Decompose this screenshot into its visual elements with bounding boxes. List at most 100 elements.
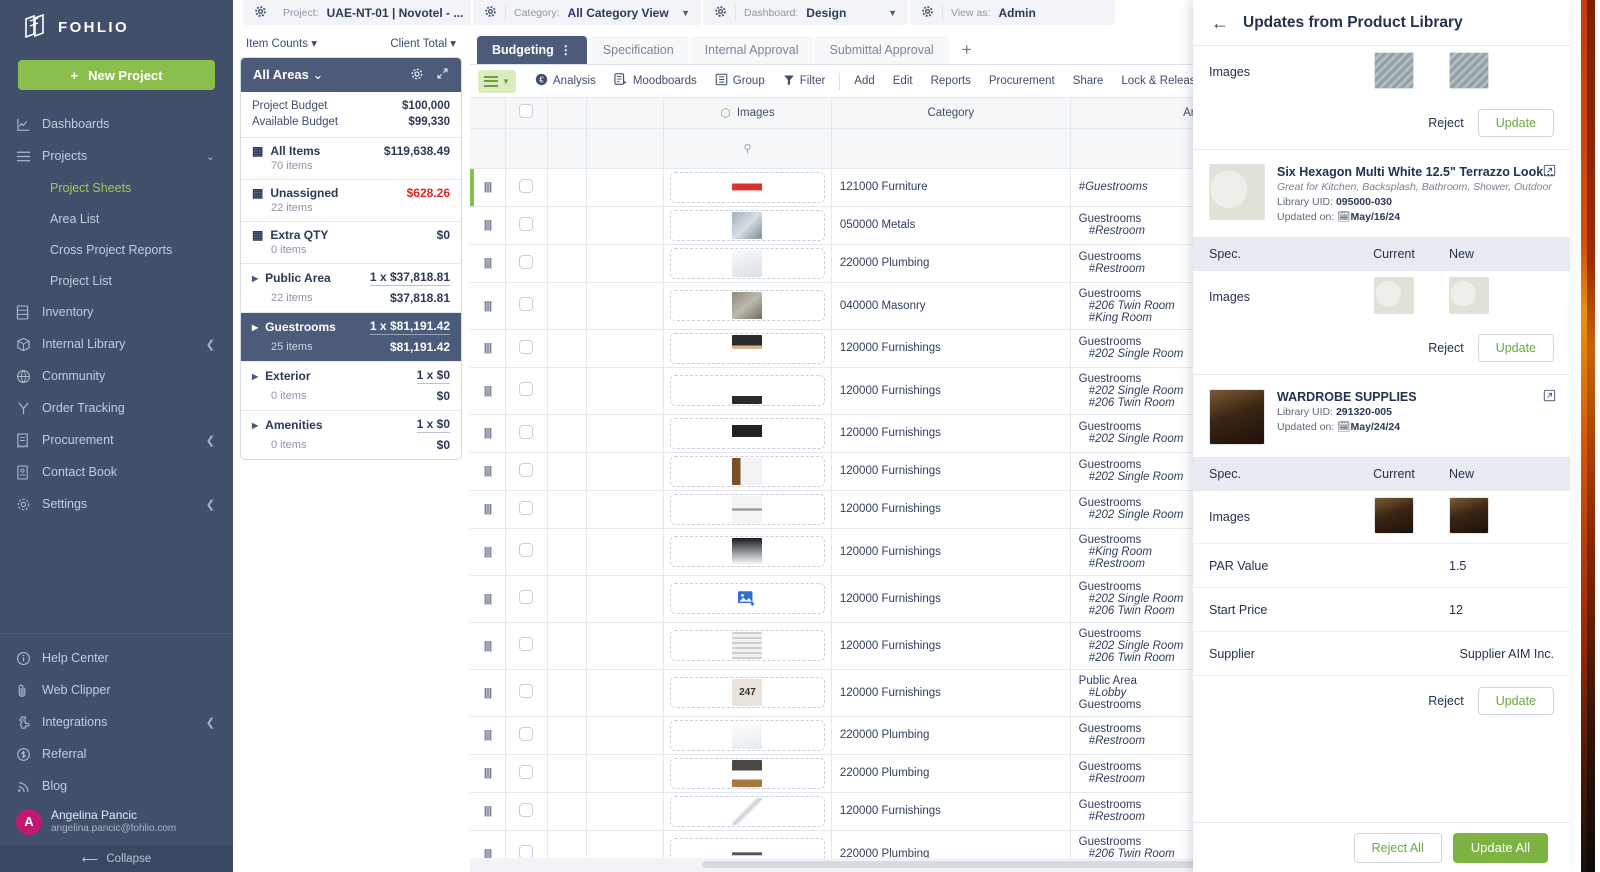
row-checkbox-cell[interactable] — [505, 206, 548, 245]
new-project-button[interactable]: + New Project — [18, 60, 215, 90]
update-button[interactable]: Update — [1477, 687, 1554, 715]
image-dropzone[interactable] — [670, 209, 825, 241]
category-selector[interactable]: Category: All Category View ▼ — [473, 0, 701, 25]
row-category[interactable]: 120000 Furnishings — [831, 669, 1071, 717]
budget-group-public-area[interactable]: ▶ Public Area 1 x $37,818.81 22 items $37… — [241, 264, 461, 313]
row-checkbox[interactable] — [519, 590, 534, 604]
current-thumbnail[interactable] — [1374, 277, 1414, 314]
sidebar-item-contact-book[interactable]: Contact Book — [0, 456, 233, 488]
row-category[interactable]: 121000 Furniture — [831, 168, 1071, 207]
sidebar-item-referral[interactable]: Referral — [0, 738, 233, 770]
drag-handle-icon[interactable]: |||| — [470, 385, 505, 397]
row-checkbox[interactable] — [519, 764, 534, 779]
row-checkbox-cell[interactable] — [505, 528, 548, 576]
row-drag-handle[interactable]: |||| — [470, 367, 506, 415]
gear-icon[interactable] — [484, 5, 497, 21]
drag-handle-icon[interactable]: |||| — [470, 465, 505, 477]
drag-handle-icon[interactable]: |||| — [470, 427, 505, 439]
col-images[interactable]: ⬡ Images — [663, 98, 832, 129]
image-dropzone[interactable] — [670, 171, 825, 203]
add-button[interactable]: Add — [845, 70, 883, 93]
drag-handle-icon[interactable]: |||| — [470, 546, 505, 558]
user-profile[interactable]: A Angelina Pancic angelina.pancic@fohlio… — [0, 802, 233, 845]
update-button[interactable]: Update — [1477, 109, 1554, 137]
sidebar-item-projects[interactable]: Projects ⌄ — [0, 140, 233, 172]
chevron-down-icon[interactable]: ▼ — [681, 8, 690, 18]
sidebar-item-blog[interactable]: Blog — [0, 770, 233, 802]
row-category[interactable]: 120000 Furnishings — [831, 490, 1071, 529]
sidebar-item-order-tracking[interactable]: Order Tracking — [0, 392, 233, 424]
gear-icon[interactable] — [921, 5, 934, 21]
tab-internal-approval[interactable]: Internal Approval — [689, 36, 814, 64]
drag-handle-icon[interactable]: |||| — [470, 257, 505, 269]
row-checkbox[interactable] — [519, 339, 534, 354]
drag-handle-icon[interactable]: |||| — [470, 181, 505, 193]
gear-icon[interactable] — [714, 5, 727, 21]
image-dropzone[interactable] — [670, 536, 825, 567]
moodboards-button[interactable]: Moodboards — [605, 70, 706, 93]
row-checkbox[interactable] — [519, 500, 534, 515]
image-dropzone[interactable] — [670, 630, 825, 661]
drag-handle-icon[interactable]: |||| — [470, 342, 505, 354]
row-checkbox-cell[interactable] — [505, 282, 548, 330]
col-category[interactable]: Category — [831, 98, 1071, 129]
edit-button[interactable]: Edit — [884, 70, 922, 93]
budget-row-all-items[interactable]: ▦ All Items $119,638.49 70 items — [241, 138, 461, 180]
image-dropzone[interactable]: 247 — [670, 677, 825, 708]
row-checkbox[interactable] — [519, 726, 534, 741]
row-checkbox-cell[interactable] — [505, 754, 548, 793]
row-category[interactable]: 120000 Furnishings — [831, 414, 1071, 453]
group-button[interactable]: Group — [706, 70, 774, 93]
row-checkbox-cell[interactable] — [505, 490, 548, 529]
triangle-right-icon[interactable]: ▶ — [252, 323, 258, 332]
row-checkbox-cell[interactable] — [505, 716, 548, 755]
filter-category[interactable] — [831, 128, 1071, 169]
image-dropzone[interactable] — [670, 332, 825, 364]
image-dropzone[interactable] — [670, 719, 825, 751]
drag-handle-icon[interactable]: |||| — [470, 687, 505, 699]
sidebar-item-project-sheets[interactable]: Project Sheets — [0, 172, 233, 203]
drag-handle-icon[interactable]: |||| — [470, 503, 505, 515]
sidebar-item-integrations[interactable]: Integrations ❮ — [0, 706, 233, 738]
new-thumbnail[interactable] — [1449, 52, 1489, 89]
chevron-down-icon[interactable]: ▼ — [888, 8, 897, 18]
drag-handle-icon[interactable]: |||| — [470, 767, 505, 779]
sidebar-item-help-center[interactable]: Help Center — [0, 642, 233, 674]
row-drag-handle[interactable]: |||| — [470, 716, 506, 755]
row-image-cell[interactable] — [663, 244, 832, 283]
expand-icon[interactable] — [436, 67, 449, 84]
drag-handle-icon[interactable]: |||| — [470, 729, 505, 741]
row-drag-handle[interactable]: |||| — [470, 282, 506, 330]
row-drag-handle[interactable]: |||| — [470, 622, 506, 670]
analysis-button[interactable]: € Analysis — [526, 70, 605, 93]
item-counts-dropdown[interactable]: Item Counts ▾ — [246, 36, 317, 50]
row-image-cell[interactable] — [663, 754, 832, 793]
row-checkbox[interactable] — [519, 637, 534, 651]
add-tab-button[interactable]: + — [950, 36, 984, 64]
row-checkbox-cell[interactable] — [505, 168, 548, 207]
new-thumbnail[interactable] — [1449, 277, 1489, 314]
row-image-cell[interactable] — [663, 490, 832, 529]
budget-group-exterior[interactable]: ▶ Exterior 1 x $0 0 items $0 — [241, 362, 461, 411]
procurement-button[interactable]: Procurement — [980, 70, 1064, 93]
row-checkbox-cell[interactable] — [505, 329, 548, 368]
gear-icon[interactable] — [254, 5, 267, 21]
budget-row-unassigned[interactable]: ▦ Unassigned $628.26 22 items — [241, 180, 461, 222]
row-drag-handle[interactable]: |||| — [470, 414, 506, 453]
open-external-icon[interactable] — [1543, 389, 1556, 405]
row-checkbox-cell[interactable] — [505, 367, 548, 415]
row-category[interactable]: 120000 Furnishings — [831, 575, 1071, 623]
drag-handle-icon[interactable]: |||| — [470, 805, 505, 817]
image-dropzone[interactable] — [670, 290, 825, 321]
row-drag-handle[interactable]: |||| — [470, 329, 506, 368]
row-drag-handle[interactable]: |||| — [470, 206, 506, 245]
tab-submittal-approval[interactable]: Submittal Approval — [814, 36, 949, 64]
row-checkbox-cell[interactable] — [505, 669, 548, 717]
row-checkbox[interactable] — [519, 802, 534, 817]
filter-images[interactable]: ⚲ — [663, 128, 832, 169]
row-category[interactable]: 220000 Plumbing — [831, 754, 1071, 793]
row-checkbox[interactable] — [519, 297, 534, 311]
row-image-cell[interactable] — [663, 792, 832, 831]
image-dropzone[interactable] — [670, 757, 825, 789]
sidebar-item-community[interactable]: Community — [0, 360, 233, 392]
